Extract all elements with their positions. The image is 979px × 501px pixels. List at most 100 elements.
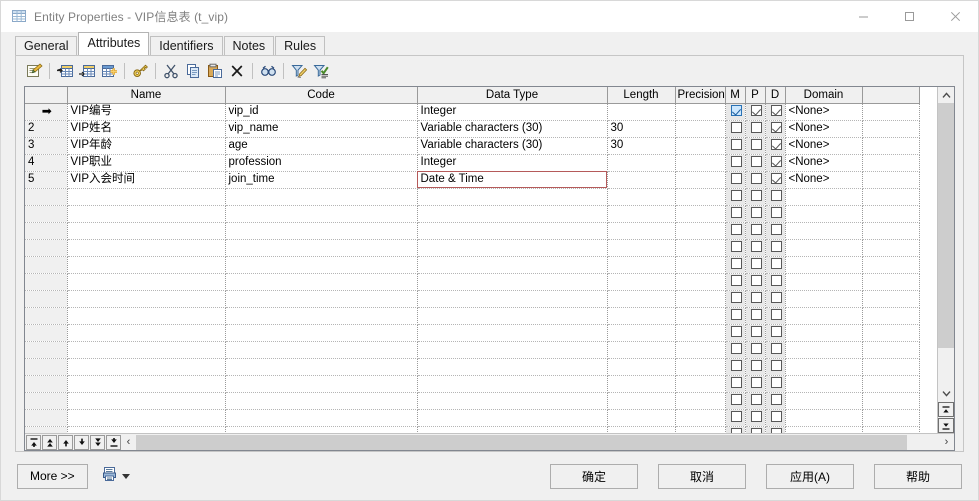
cell-datatype[interactable] <box>417 426 608 433</box>
cell-displayed-checkbox[interactable] <box>770 189 782 201</box>
cell-primary[interactable] <box>745 273 766 291</box>
cell-domain[interactable] <box>785 205 863 223</box>
table-row[interactable]: 3 VIP年龄 age Variable characters (30) 30 <None… <box>25 137 920 155</box>
cell-primary[interactable] <box>745 205 766 223</box>
cell-length[interactable] <box>607 375 676 393</box>
table-row-empty[interactable] <box>25 239 920 257</box>
cell-primary[interactable] <box>745 307 766 325</box>
cell-primary[interactable] <box>745 290 766 308</box>
cell-extra[interactable] <box>862 239 920 257</box>
cell-domain[interactable]: <None> <box>785 120 863 138</box>
cell-displayed[interactable] <box>765 120 786 138</box>
filter-edit-icon[interactable] <box>288 60 310 82</box>
cell-mandatory[interactable] <box>725 341 746 359</box>
cell-mandatory[interactable] <box>725 239 746 257</box>
tab-rules[interactable]: Rules <box>275 36 326 55</box>
cell-displayed-checkbox[interactable] <box>770 240 782 252</box>
cell-name[interactable] <box>67 324 226 342</box>
cell-name[interactable]: VIP姓名 <box>67 120 226 138</box>
row-header-current[interactable]: ➡ <box>25 103 68 121</box>
cell-displayed-checkbox[interactable] <box>770 223 782 235</box>
cut-icon[interactable] <box>160 60 182 82</box>
minimize-button[interactable] <box>840 1 886 32</box>
cell-code[interactable] <box>225 256 418 274</box>
row-header-empty[interactable] <box>25 324 68 342</box>
table-row-empty[interactable] <box>25 273 920 291</box>
row-header-empty[interactable] <box>25 273 68 291</box>
cell-name[interactable] <box>67 273 226 291</box>
cell-code[interactable] <box>225 375 418 393</box>
cell-primary-checkbox[interactable] <box>750 104 762 116</box>
cell-datatype[interactable] <box>417 409 608 427</box>
cell-primary[interactable] <box>745 341 766 359</box>
cell-mandatory-checkbox[interactable] <box>730 359 742 371</box>
cell-datatype[interactable] <box>417 324 608 342</box>
cell-precision[interactable] <box>675 358 726 376</box>
cell-primary[interactable] <box>745 358 766 376</box>
more-button[interactable]: More >> <box>17 463 88 489</box>
col-header-rownum[interactable] <box>25 87 68 104</box>
cell-mandatory[interactable] <box>725 120 746 138</box>
row-header-empty[interactable] <box>25 307 68 325</box>
cell-primary-checkbox[interactable] <box>750 257 762 269</box>
table-row-empty[interactable] <box>25 256 920 274</box>
cell-mandatory-checkbox[interactable] <box>730 172 742 184</box>
cell-domain[interactable] <box>785 392 863 410</box>
hscroll-left-arrow[interactable]: ‹ <box>121 435 136 450</box>
row-header-empty[interactable] <box>25 358 68 376</box>
cell-primary[interactable] <box>745 222 766 240</box>
cell-displayed[interactable] <box>765 239 786 257</box>
cell-mandatory-checkbox[interactable] <box>730 155 742 167</box>
key-icon[interactable] <box>129 60 151 82</box>
cell-precision[interactable] <box>675 205 726 223</box>
row-header[interactable]: 2 <box>25 120 68 138</box>
cell-extra[interactable] <box>862 256 920 274</box>
help-button[interactable]: 帮助 <box>874 463 962 489</box>
cell-name[interactable] <box>67 375 226 393</box>
cell-precision[interactable] <box>675 120 726 138</box>
ok-button[interactable]: 确定 <box>550 463 638 489</box>
cell-primary-checkbox[interactable] <box>750 308 762 320</box>
cell-domain[interactable] <box>785 256 863 274</box>
cell-displayed[interactable] <box>765 409 786 427</box>
cell-domain[interactable]: <None> <box>785 154 863 172</box>
cell-mandatory[interactable] <box>725 426 746 433</box>
cell-mandatory[interactable] <box>725 392 746 410</box>
cell-extra[interactable] <box>862 154 920 172</box>
maximize-button[interactable] <box>886 1 932 32</box>
cell-mandatory-checkbox[interactable] <box>730 138 742 150</box>
cell-length[interactable] <box>607 222 676 240</box>
cell-displayed[interactable] <box>765 375 786 393</box>
nav-page-down-button[interactable] <box>90 434 105 450</box>
paste-icon[interactable] <box>204 60 226 82</box>
cell-datatype[interactable] <box>417 273 608 291</box>
filter-apply-icon[interactable] <box>310 60 332 82</box>
cell-length[interactable] <box>607 409 676 427</box>
hscroll-track[interactable] <box>136 434 939 450</box>
cell-code[interactable] <box>225 341 418 359</box>
cell-displayed-checkbox[interactable] <box>770 291 782 303</box>
cell-length[interactable] <box>607 188 676 206</box>
cell-primary[interactable] <box>745 120 766 138</box>
cell-displayed[interactable] <box>765 392 786 410</box>
cell-precision[interactable] <box>675 324 726 342</box>
cell-displayed[interactable] <box>765 256 786 274</box>
col-header-mandatory[interactable]: M <box>725 87 746 104</box>
cell-name[interactable] <box>67 290 226 308</box>
cell-domain[interactable] <box>785 324 863 342</box>
cell-primary-checkbox[interactable] <box>750 393 762 405</box>
scroll-thumb[interactable] <box>938 103 954 348</box>
cell-primary[interactable] <box>745 154 766 172</box>
cell-mandatory-checkbox[interactable] <box>730 325 742 337</box>
cell-domain[interactable] <box>785 358 863 376</box>
cell-displayed-checkbox[interactable] <box>770 172 782 184</box>
row-header[interactable]: 4 <box>25 154 68 172</box>
cell-precision[interactable] <box>675 154 726 172</box>
row-header-empty[interactable] <box>25 409 68 427</box>
cell-mandatory[interactable] <box>725 409 746 427</box>
cell-displayed[interactable] <box>765 307 786 325</box>
scroll-track[interactable] <box>938 348 954 385</box>
table-row[interactable]: 2 VIP姓名 vip_name Variable characters (30) 30… <box>25 120 920 138</box>
cell-mandatory-checkbox[interactable] <box>730 240 742 252</box>
cell-extra[interactable] <box>862 137 920 155</box>
